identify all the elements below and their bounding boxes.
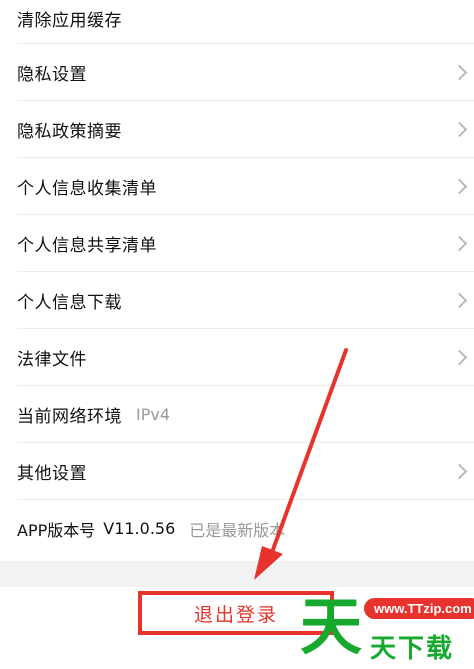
settings-row-clear-cache[interactable]: 清除应用缓存 [0,0,474,44]
chevron-right-icon [451,121,468,137]
chevron-right-icon [451,64,468,80]
settings-row-personal-info-download[interactable]: 个人信息下载 [0,272,474,329]
settings-list: 清除应用缓存 隐私设置 隐私政策摘要 个人信息收集清单 个人信息共享清单 个人信… [0,0,474,557]
logout-button-label: 退出登录 [193,603,278,626]
chevron-right-icon [451,292,468,308]
watermark-name: 天下载 [370,634,455,664]
watermark-logo: 天 www.TTzip.com 天下载 [300,592,474,669]
settings-row-privacy-settings[interactable]: 隐私设置 [0,44,474,101]
app-version-number: V11.0.56 [103,519,176,538]
settings-row-personal-info-sharing[interactable]: 个人信息共享清单 [0,215,474,272]
settings-row-label: 个人信息共享清单 [17,236,157,256]
settings-row-other-settings[interactable]: 其他设置 [0,443,474,500]
settings-row-label: 隐私设置 [17,65,87,85]
settings-row-network-environment: 当前网络环境 IPv4 [0,386,474,443]
app-version-status: 已是最新版本 [189,520,286,540]
settings-row-personal-info-collection[interactable]: 个人信息收集清单 [0,158,474,215]
watermark-url: www.TTzip.com [364,598,474,619]
app-version-label: APP版本号 [17,520,96,540]
settings-row-label: 个人信息下载 [17,293,122,313]
settings-row-label: 当前网络环境 [17,407,122,427]
network-env-value: IPv4 [136,405,171,424]
chevron-right-icon [451,178,468,194]
settings-row-privacy-policy-summary[interactable]: 隐私政策摘要 [0,101,474,158]
chevron-right-icon [451,349,468,365]
section-gap [0,561,474,587]
settings-row-legal-documents[interactable]: 法律文件 [0,329,474,386]
chevron-right-icon [451,235,468,251]
settings-row-label: 清除应用缓存 [17,11,122,31]
settings-row-label: 法律文件 [17,350,87,370]
settings-row-label: 个人信息收集清单 [17,179,157,199]
settings-row-label: 其他设置 [17,464,87,484]
settings-row-app-version[interactable]: APP版本号 V11.0.56 已是最新版本 [0,500,474,557]
settings-row-label: 隐私政策摘要 [17,122,122,142]
watermark-logo-char: 天 [300,590,363,663]
chevron-right-icon [451,463,468,479]
